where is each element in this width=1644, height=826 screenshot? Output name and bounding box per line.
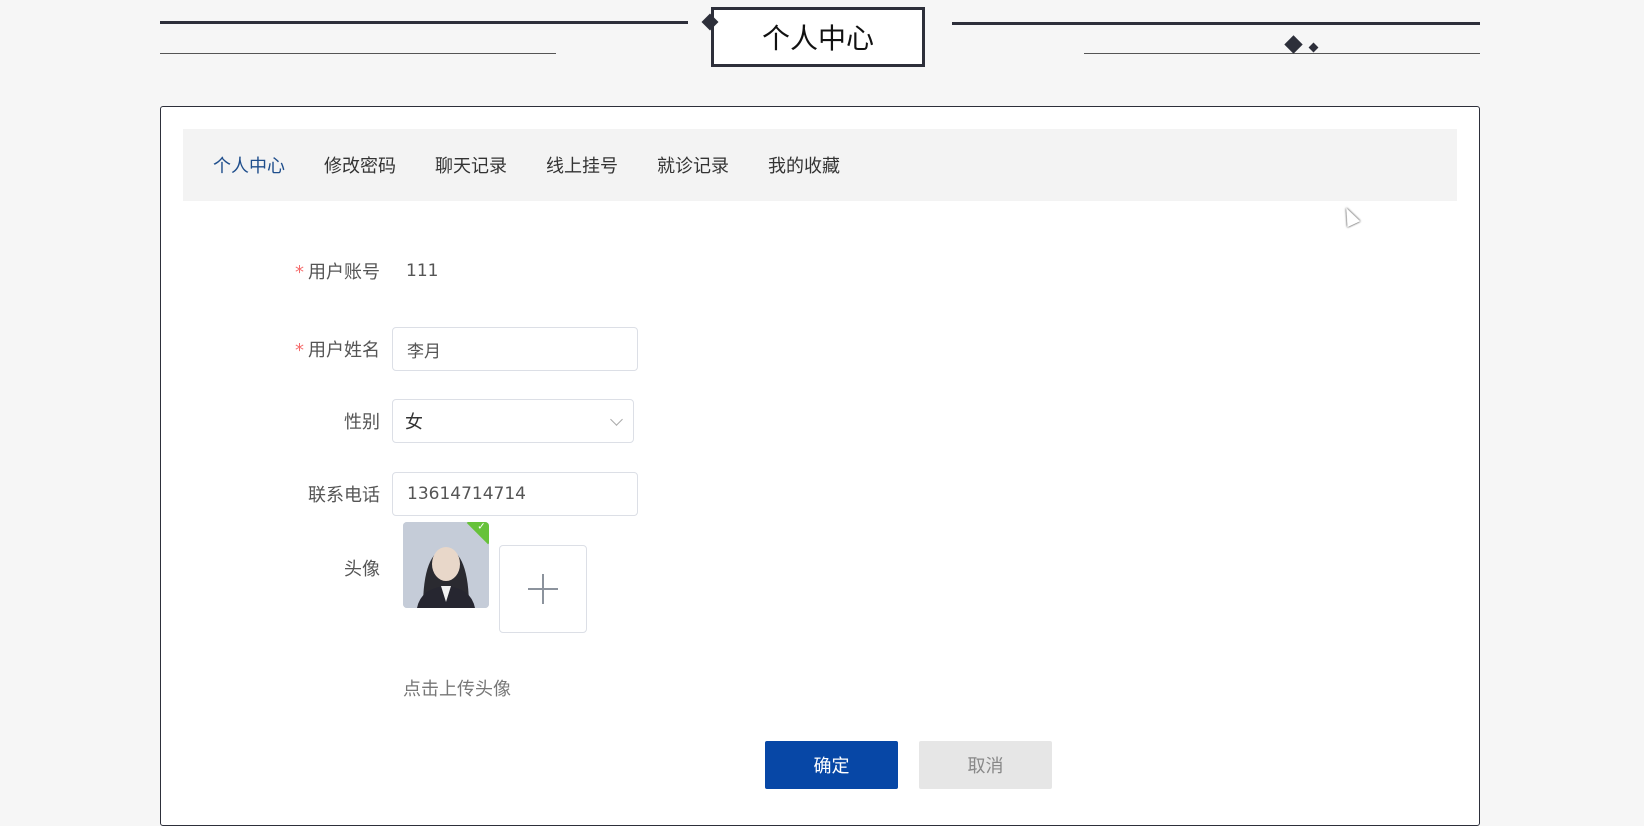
avatar-upload-button[interactable] (499, 545, 587, 633)
form-row-phone: 联系电话 (160, 472, 638, 516)
tab-chat-history[interactable]: 聊天记录 (435, 152, 507, 178)
tab-bar: 个人中心 修改密码 聊天记录 线上挂号 就诊记录 我的收藏 (183, 129, 1457, 201)
avatar-thumbnail[interactable]: ✓ (403, 522, 489, 608)
gender-select[interactable]: 女 (392, 399, 634, 443)
chevron-down-icon (610, 412, 623, 426)
header-line-left-bottom (160, 53, 556, 54)
profile-card: 个人中心 修改密码 聊天记录 线上挂号 就诊记录 我的收藏 (160, 106, 1480, 826)
name-input[interactable] (392, 327, 638, 371)
form-row-account: * 用户账号 111 (160, 258, 438, 284)
tab-personal-center[interactable]: 个人中心 (213, 152, 285, 178)
form-row-gender: 性别 女 (160, 399, 634, 443)
name-label: * 用户姓名 (295, 340, 380, 361)
page-title: 个人中心 (711, 7, 925, 67)
account-value: 111 (406, 261, 439, 281)
upload-hint-text: 点击上传头像 (403, 679, 511, 700)
gender-label: 性别 (344, 412, 380, 433)
header-line-right-top (952, 22, 1480, 25)
form-row-name: * 用户姓名 (160, 327, 638, 371)
avatar-label: 头像 (344, 559, 380, 580)
plus-icon (528, 574, 558, 604)
diamond-decoration-icon (1308, 42, 1319, 53)
tab-online-registration[interactable]: 线上挂号 (546, 152, 618, 178)
tab-change-password[interactable]: 修改密码 (324, 152, 396, 178)
check-icon: ✓ (477, 522, 486, 533)
phone-label: 联系电话 (308, 485, 380, 506)
confirm-button[interactable]: 确定 (765, 741, 898, 789)
tab-visit-records[interactable]: 就诊记录 (657, 152, 729, 178)
header-line-right-bottom (1084, 53, 1480, 54)
phone-input[interactable] (392, 472, 638, 516)
avatar-photo (403, 522, 489, 608)
gender-selected-value: 女 (405, 412, 423, 433)
form-row-avatar: 头像 (160, 555, 392, 581)
tab-my-favorites[interactable]: 我的收藏 (768, 152, 840, 178)
account-label: * 用户账号 (295, 262, 380, 283)
header-line-left-top (160, 21, 688, 24)
required-mark: * (295, 262, 304, 283)
required-mark: * (295, 340, 304, 361)
cancel-button[interactable]: 取消 (919, 741, 1052, 789)
diamond-decoration-icon (1284, 35, 1303, 54)
